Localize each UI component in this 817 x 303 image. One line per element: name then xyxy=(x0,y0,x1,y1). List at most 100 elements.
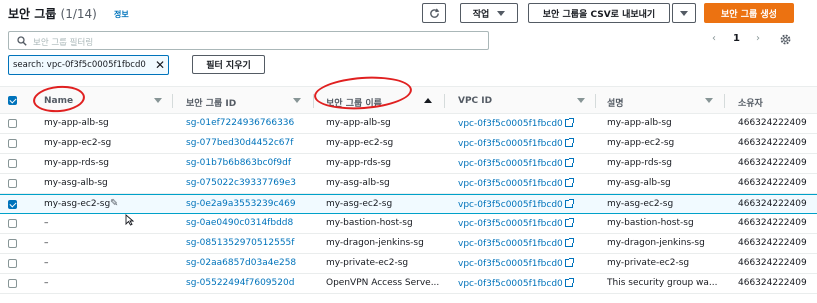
cell-description: my-asg-alb-sg xyxy=(607,178,671,188)
edit-icon[interactable]: ✎ xyxy=(110,198,118,209)
column-divider xyxy=(172,94,173,108)
column-header-description[interactable]: 설명 xyxy=(607,96,624,109)
close-icon[interactable]: ✕ xyxy=(155,58,165,72)
cell-name: – xyxy=(44,278,49,288)
cell-description: my-app-rds-sg xyxy=(607,158,672,168)
table-row[interactable]: my-asg-alb-sg sg-075022c39337769e3 my-asg-… xyxy=(0,174,817,194)
selection-count: (1/14) xyxy=(60,7,97,21)
external-link-icon xyxy=(564,218,574,227)
cell-security-group-id[interactable]: sg-02aa6857d03a4e258 xyxy=(186,258,296,268)
column-header-vpc-id[interactable]: VPC ID xyxy=(458,96,492,106)
cell-name: my-app-alb-sg xyxy=(44,118,109,128)
sort-icon[interactable] xyxy=(577,98,585,103)
cell-description: my-bastion-host-sg xyxy=(607,218,694,228)
cell-security-group-id[interactable]: sg-05522494f7609520d xyxy=(186,278,294,288)
table-row[interactable]: – sg-0ae0490c0314fbdd8 my-bastion-host-sg v… xyxy=(0,214,817,234)
vpc-id-text: vpc-0f3f5c0005f1fbcd0 xyxy=(458,259,563,269)
cell-vpc-id[interactable]: vpc-0f3f5c0005f1fbcd0 xyxy=(458,158,574,169)
cell-vpc-id[interactable]: vpc-0f3f5c0005f1fbcd0 xyxy=(458,218,574,229)
current-page[interactable]: 1 xyxy=(733,33,740,44)
column-header-owner[interactable]: 소유자 xyxy=(738,96,763,109)
row-checkbox[interactable] xyxy=(8,200,17,209)
external-link-icon xyxy=(564,138,574,147)
external-link-icon xyxy=(564,158,574,167)
cell-owner: 466324222409 xyxy=(738,278,807,288)
cell-vpc-id[interactable]: vpc-0f3f5c0005f1fbcd0 xyxy=(458,118,574,129)
vpc-id-text: vpc-0f3f5c0005f1fbcd0 xyxy=(458,219,563,229)
gear-icon[interactable] xyxy=(779,33,792,46)
row-checkbox[interactable] xyxy=(8,119,17,128)
actions-button[interactable]: 작업 xyxy=(460,3,518,23)
cell-name: my-asg-alb-sg xyxy=(44,178,108,188)
cell-security-group-id[interactable]: sg-0851352970512555f xyxy=(186,238,294,248)
cell-security-group-id[interactable]: sg-01b7b6b863bc0f9df xyxy=(186,158,291,168)
row-checkbox[interactable] xyxy=(8,279,17,288)
vpc-id-text: vpc-0f3f5c0005f1fbcd0 xyxy=(458,179,563,189)
cell-group-name: my-asg-alb-sg xyxy=(326,178,390,188)
create-security-group-button[interactable]: 보안 그룹 생성 xyxy=(704,3,794,23)
cell-security-group-id[interactable]: sg-01ef7224936766336 xyxy=(186,118,294,128)
cell-owner: 466324222409 xyxy=(738,158,807,168)
table-row[interactable]: my-app-ec2-sg sg-077bed30d4452c67f my-app-… xyxy=(0,134,817,154)
export-dropdown-button[interactable] xyxy=(672,3,696,23)
cell-name: my-app-rds-sg xyxy=(44,158,109,168)
column-divider xyxy=(444,94,445,108)
table-row[interactable]: – sg-05522494f7609520d OpenVPN Access Serv… xyxy=(0,274,817,294)
table-row[interactable]: my-app-rds-sg sg-01b7b6b863bc0f9df my-app-… xyxy=(0,154,817,174)
sort-icon[interactable] xyxy=(293,98,301,103)
previous-page-icon[interactable]: ‹ xyxy=(712,33,716,44)
row-checkbox[interactable] xyxy=(8,179,17,188)
actions-label: 작업 xyxy=(472,9,490,20)
row-checkbox[interactable] xyxy=(8,259,17,268)
sort-ascending-icon[interactable] xyxy=(424,98,432,103)
export-csv-button[interactable]: 보안 그룹을 CSV로 내보내기 xyxy=(528,3,670,23)
sort-icon[interactable] xyxy=(154,98,162,103)
cell-group-name: my-private-ec2-sg xyxy=(326,258,409,268)
cell-security-group-id[interactable]: sg-075022c39337769e3 xyxy=(186,178,296,188)
table-row[interactable]: – sg-0851352970512555f my-dragon-jenkins-s… xyxy=(0,234,817,254)
cell-security-group-id[interactable]: sg-0ae0490c0314fbdd8 xyxy=(186,218,293,228)
cell-security-group-id[interactable]: sg-077bed30d4452c67f xyxy=(186,138,293,148)
row-checkbox[interactable] xyxy=(8,159,17,168)
column-header-group-name[interactable]: 보안 그룹 이름 xyxy=(326,96,382,109)
cell-name: my-app-ec2-sg xyxy=(44,138,112,148)
cell-owner: 466324222409 xyxy=(738,218,807,228)
cell-group-name: OpenVPN Access Serve... xyxy=(326,278,440,288)
create-label: 보안 그룹 생성 xyxy=(721,9,777,20)
cell-owner: 466324222409 xyxy=(738,238,807,248)
cell-owner: 466324222409 xyxy=(738,178,807,188)
vpc-id-text: vpc-0f3f5c0005f1fbcd0 xyxy=(458,119,563,129)
cell-owner: 466324222409 xyxy=(738,258,807,268)
refresh-icon xyxy=(429,8,439,18)
select-all-checkbox[interactable] xyxy=(8,96,17,105)
row-checkbox[interactable] xyxy=(8,219,17,228)
cell-description: my-app-ec2-sg xyxy=(607,138,675,148)
clear-filters-button[interactable]: 필터 지우기 xyxy=(192,55,265,74)
row-checkbox[interactable] xyxy=(8,139,17,148)
column-header-name[interactable]: Name xyxy=(44,96,73,106)
table-row[interactable]: – sg-02aa6857d03a4e258 my-private-ec2-sg vp… xyxy=(0,254,817,274)
cell-vpc-id[interactable]: vpc-0f3f5c0005f1fbcd0 xyxy=(458,199,574,210)
column-header-id[interactable]: 보안 그룹 ID xyxy=(186,96,236,109)
table-row[interactable]: my-app-alb-sg sg-01ef7224936766336 my-app-… xyxy=(0,114,817,134)
cell-vpc-id[interactable]: vpc-0f3f5c0005f1fbcd0 xyxy=(458,138,574,149)
cell-vpc-id[interactable]: vpc-0f3f5c0005f1fbcd0 xyxy=(458,278,574,289)
chevron-down-icon xyxy=(497,10,506,16)
cell-name: – xyxy=(44,238,49,248)
row-checkbox[interactable] xyxy=(8,239,17,248)
vpc-id-text: vpc-0f3f5c0005f1fbcd0 xyxy=(458,279,563,289)
cell-vpc-id[interactable]: vpc-0f3f5c0005f1fbcd0 xyxy=(458,238,574,249)
sort-icon[interactable] xyxy=(705,98,713,103)
table-row[interactable]: my-asg-ec2-sg ✎ sg-0e2a9a3553239c469 my-asg… xyxy=(0,194,817,214)
cell-vpc-id[interactable]: vpc-0f3f5c0005f1fbcd0 xyxy=(458,178,574,189)
cell-group-name: my-app-ec2-sg xyxy=(326,138,394,148)
column-divider xyxy=(595,94,596,108)
info-link[interactable]: 정보 xyxy=(114,9,129,20)
next-page-icon[interactable]: › xyxy=(756,33,760,44)
refresh-button[interactable] xyxy=(422,3,446,23)
clear-filters-label: 필터 지우기 xyxy=(206,61,251,71)
cell-vpc-id[interactable]: vpc-0f3f5c0005f1fbcd0 xyxy=(458,258,574,269)
cell-security-group-id[interactable]: sg-0e2a9a3553239c469 xyxy=(186,199,296,209)
search-input[interactable]: 보안 그룹 필터링 xyxy=(8,31,489,50)
table-header: Name 보안 그룹 ID 보안 그룹 이름 VPC ID 설명 소유자 xyxy=(0,86,817,114)
